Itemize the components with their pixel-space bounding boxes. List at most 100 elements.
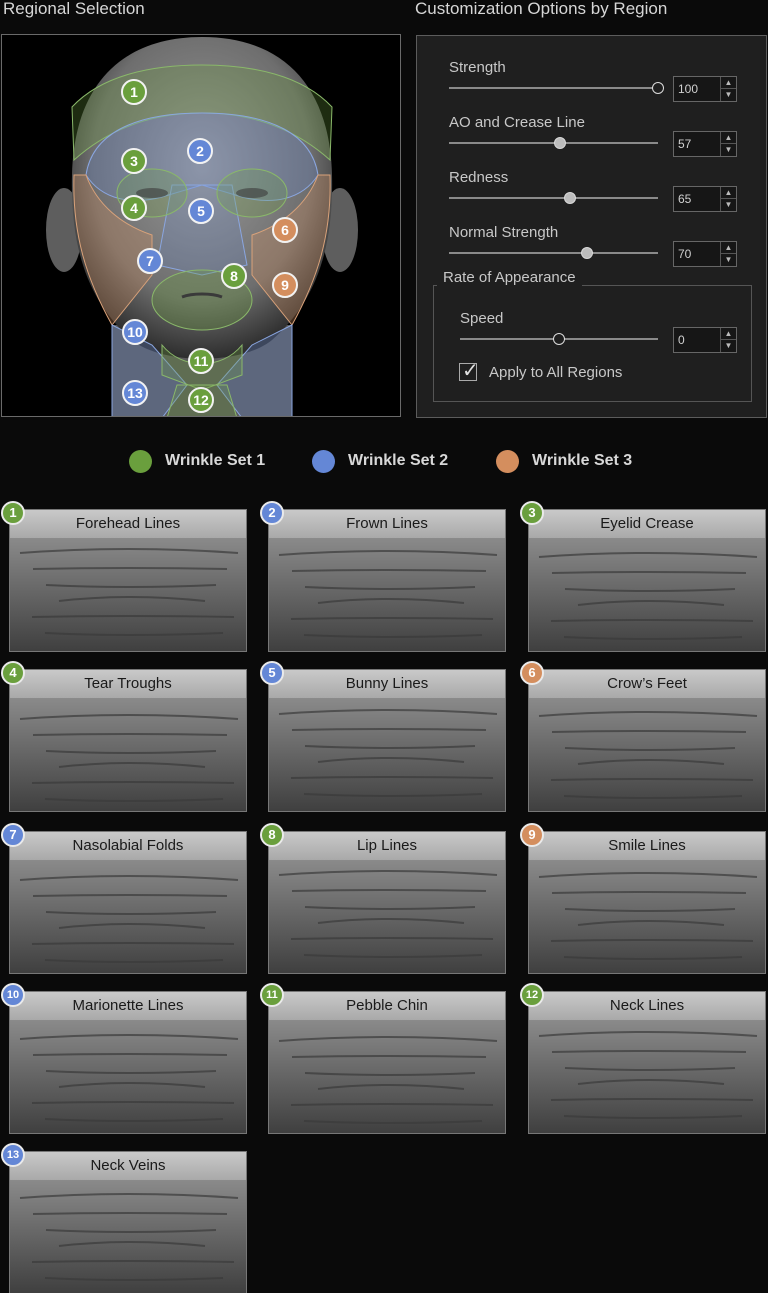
strength-control: Strength 100 ▲ ▼ [449, 59, 739, 109]
region-1-badge[interactable]: 1 [121, 79, 147, 105]
tile-smile-lines[interactable]: Smile Lines [528, 831, 766, 974]
decrement-icon[interactable]: ▼ [721, 340, 736, 352]
redness-label: Redness [449, 169, 509, 186]
tile-title: Pebble Chin [269, 992, 505, 1020]
wrinkle-set-legend: Wrinkle Set 1 Wrinkle Set 2 Wrinkle Set … [0, 450, 768, 474]
legend-dot-icon [312, 450, 335, 473]
normal-strength-slider[interactable] [449, 247, 658, 259]
regional-selection-title: Regional Selection [3, 0, 145, 18]
region-13-badge[interactable]: 13 [122, 380, 148, 406]
legend-label: Wrinkle Set 3 [532, 452, 633, 469]
region-8-badge[interactable]: 8 [221, 263, 247, 289]
region-7-badge[interactable]: 7 [137, 248, 163, 274]
tile-bunny-lines[interactable]: Bunny Lines [268, 669, 506, 812]
tile-frown-lines[interactable]: Frown Lines [268, 509, 506, 652]
strength-slider-thumb[interactable] [652, 82, 664, 94]
tile-nasolabial-folds[interactable]: Nasolabial Folds [9, 831, 247, 974]
decrement-icon[interactable]: ▼ [721, 144, 736, 156]
decrement-icon[interactable]: ▼ [721, 199, 736, 211]
tile-number-badge: 3 [520, 501, 544, 525]
normal-strength-spinbox[interactable]: 70 ▲ ▼ [673, 241, 737, 267]
increment-icon[interactable]: ▲ [721, 77, 736, 89]
region-10-badge[interactable]: 10 [122, 319, 148, 345]
redness-value[interactable]: 65 [678, 192, 691, 206]
legend-dot-icon [129, 450, 152, 473]
increment-icon[interactable]: ▲ [721, 242, 736, 254]
tile-title: Bunny Lines [269, 670, 505, 698]
ao-crease-value[interactable]: 57 [678, 137, 691, 151]
tile-number-badge: 8 [260, 823, 284, 847]
region-3-badge[interactable]: 3 [121, 148, 147, 174]
tile-forehead-lines[interactable]: Forehead Lines [9, 509, 247, 652]
tile-image [269, 860, 505, 973]
redness-slider[interactable] [449, 192, 658, 204]
decrement-icon[interactable]: ▼ [721, 254, 736, 266]
increment-icon[interactable]: ▲ [721, 328, 736, 340]
region-9-badge[interactable]: 9 [272, 272, 298, 298]
tile-title: Neck Veins [10, 1152, 246, 1180]
increment-icon[interactable]: ▲ [721, 187, 736, 199]
tile-number-badge: 4 [1, 661, 25, 685]
region-2-badge[interactable]: 2 [187, 138, 213, 164]
legend-label: Wrinkle Set 2 [348, 452, 449, 469]
apply-to-all-checkbox[interactable]: ✓ [459, 360, 479, 382]
tile-lip-lines[interactable]: Lip Lines [268, 831, 506, 974]
decrement-icon[interactable]: ▼ [721, 89, 736, 101]
customization-title: Customization Options by Region [415, 0, 668, 18]
legend-dot-icon [496, 450, 519, 473]
speed-spinbox[interactable]: 0 ▲ ▼ [673, 327, 737, 353]
region-12-badge[interactable]: 12 [188, 387, 214, 413]
rate-of-appearance-label: Rate of Appearance [437, 269, 582, 286]
strength-spinbox[interactable]: 100 ▲ ▼ [673, 76, 737, 102]
tile-number-badge: 7 [1, 823, 25, 847]
tile-title: Eyelid Crease [529, 510, 765, 538]
redness-slider-thumb[interactable] [564, 192, 577, 204]
tile-neck-lines[interactable]: Neck Lines [528, 991, 766, 1134]
strength-slider[interactable] [449, 82, 664, 94]
normal-strength-label: Normal Strength [449, 224, 559, 241]
strength-label: Strength [449, 59, 506, 76]
tile-image [529, 860, 765, 973]
tile-image [10, 860, 246, 973]
tile-pebble-chin[interactable]: Pebble Chin [268, 991, 506, 1134]
redness-spinbox[interactable]: 65 ▲ ▼ [673, 186, 737, 212]
ao-crease-spinbox[interactable]: 57 ▲ ▼ [673, 131, 737, 157]
speed-label: Speed [460, 310, 504, 327]
apply-to-all-label[interactable]: Apply to All Regions [489, 364, 622, 381]
tile-eyelid-crease[interactable]: Eyelid Crease [528, 509, 766, 652]
tile-tear-troughs[interactable]: Tear Troughs [9, 669, 247, 812]
tile-title: Crow’s Feet [529, 670, 765, 698]
tile-title: Lip Lines [269, 832, 505, 860]
ao-crease-slider-thumb[interactable] [553, 137, 566, 149]
tile-title: Neck Lines [529, 992, 765, 1020]
tile-number-badge: 10 [1, 983, 25, 1007]
normal-strength-control: Normal Strength 70 ▲ ▼ [449, 224, 739, 274]
tile-image [529, 1020, 765, 1133]
tile-title: Smile Lines [529, 832, 765, 860]
customization-panel: Strength 100 ▲ ▼ AO and Crease Line 57 ▲ ▼ R… [416, 35, 767, 418]
tile-number-badge: 9 [520, 823, 544, 847]
tile-image [10, 698, 246, 811]
speed-value[interactable]: 0 [678, 333, 685, 347]
ao-crease-slider[interactable] [449, 137, 658, 149]
normal-strength-slider-thumb[interactable] [580, 247, 593, 259]
speed-slider[interactable] [460, 333, 658, 345]
increment-icon[interactable]: ▲ [721, 132, 736, 144]
normal-strength-value[interactable]: 70 [678, 247, 691, 261]
tile-title: Marionette Lines [10, 992, 246, 1020]
region-5-badge[interactable]: 5 [188, 198, 214, 224]
tile-image [269, 1020, 505, 1133]
strength-value[interactable]: 100 [678, 82, 698, 96]
tile-crow-s-feet[interactable]: Crow’s Feet [528, 669, 766, 812]
speed-control: Speed 0 ▲ ▼ [460, 310, 739, 360]
tile-number-badge: 5 [260, 661, 284, 685]
tile-marionette-lines[interactable]: Marionette Lines [9, 991, 247, 1134]
region-6-badge[interactable]: 6 [272, 217, 298, 243]
tile-image [269, 698, 505, 811]
speed-slider-thumb[interactable] [553, 333, 565, 345]
face-region-viewport[interactable]: 1 2 3 4 5 6 7 8 9 10 11 13 12 [1, 34, 401, 417]
tile-image [529, 538, 765, 651]
region-4-badge[interactable]: 4 [121, 195, 147, 221]
region-11-badge[interactable]: 11 [188, 348, 214, 374]
tile-neck-veins[interactable]: Neck Veins [9, 1151, 247, 1293]
